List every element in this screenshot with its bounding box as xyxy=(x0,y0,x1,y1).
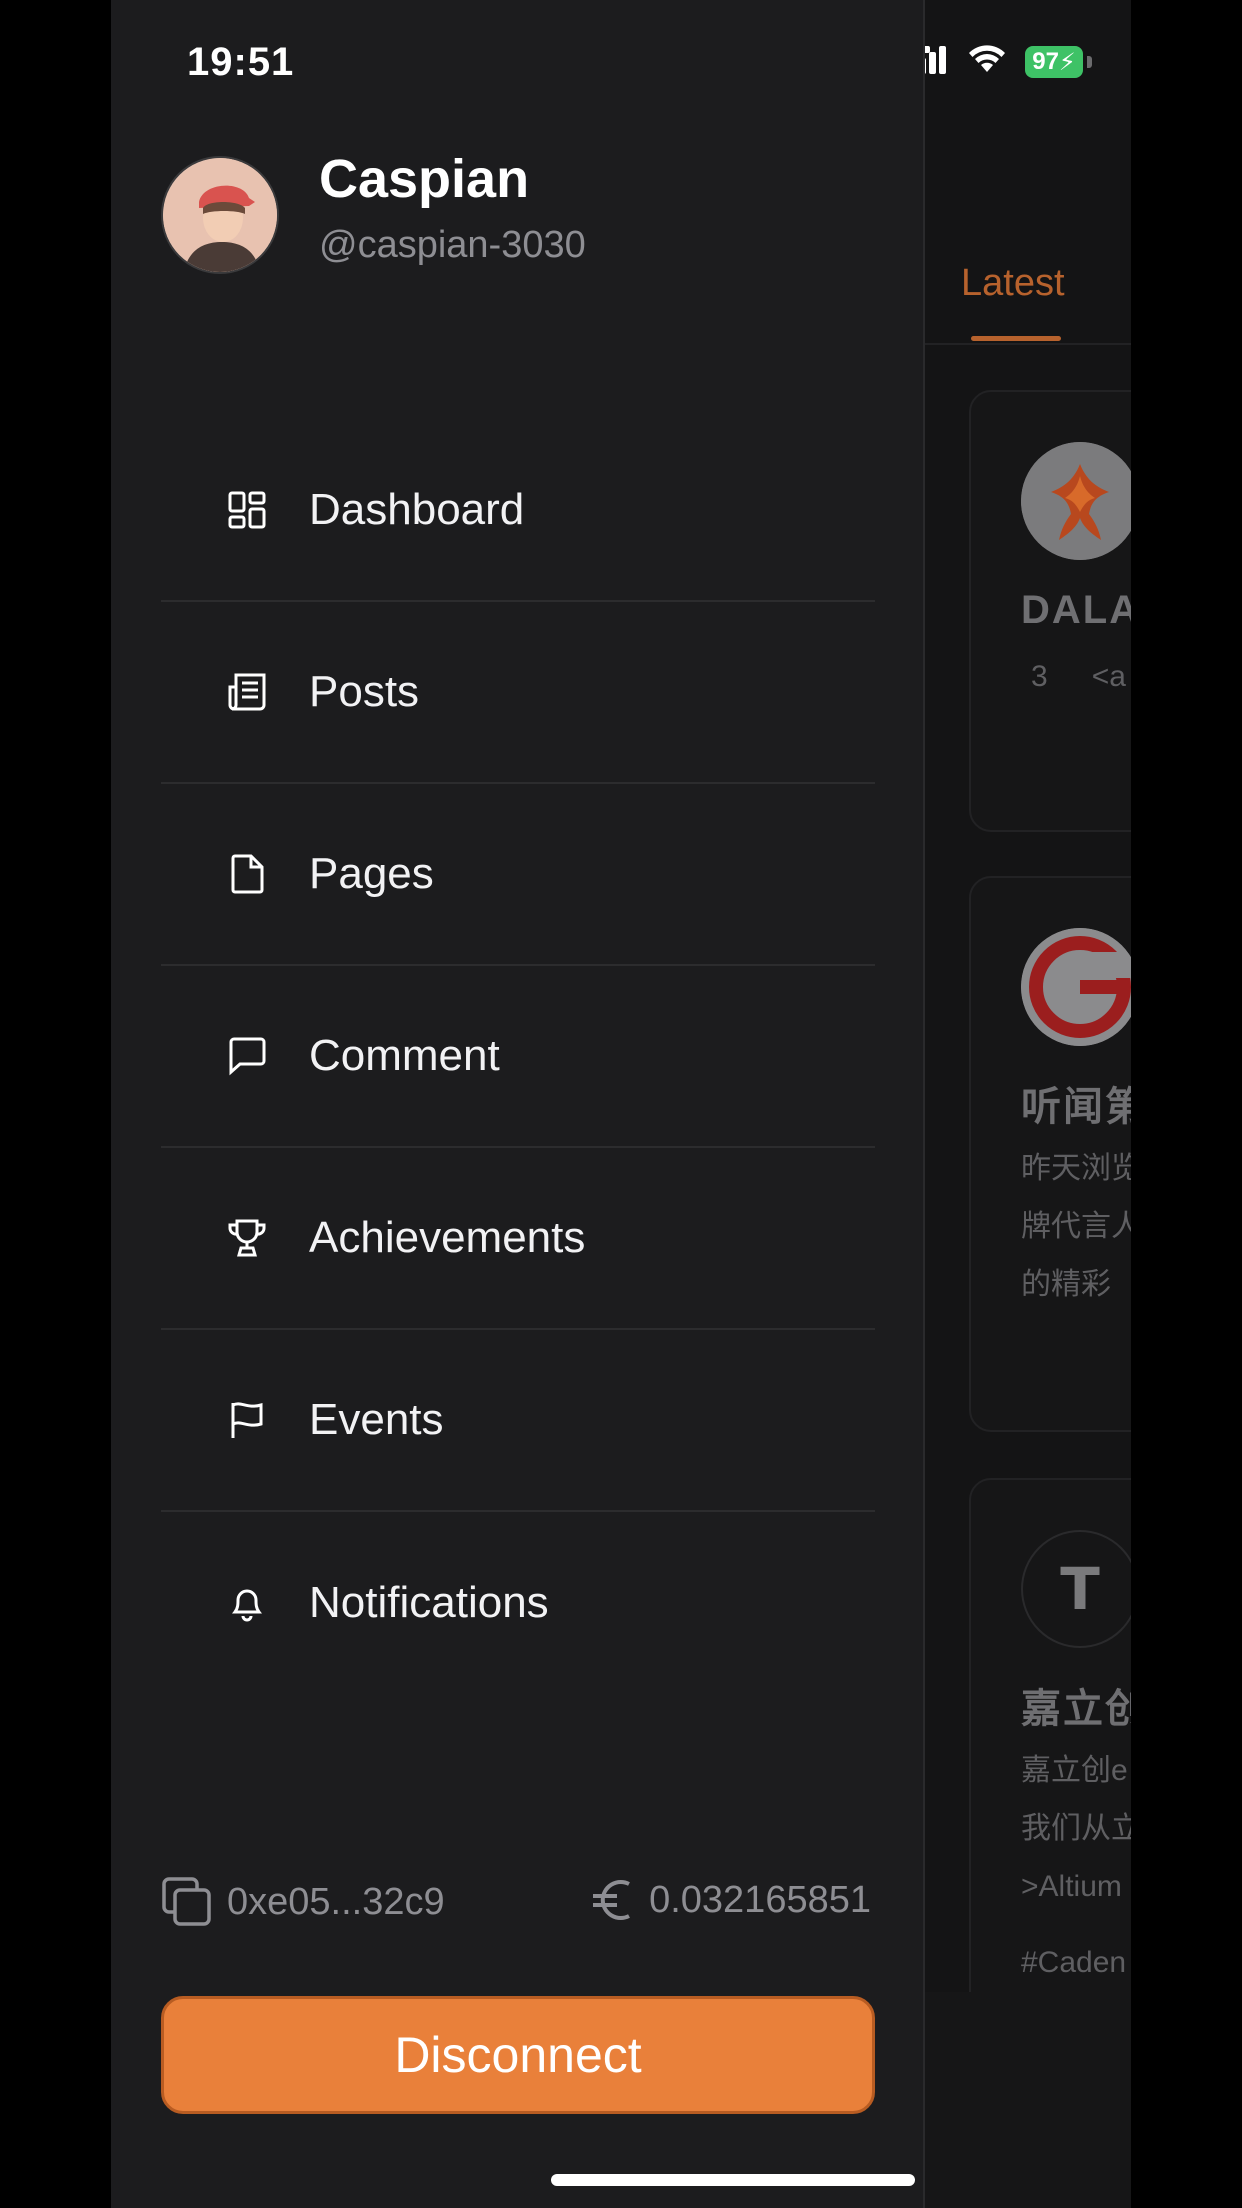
wallet-balance: 0.032165851 xyxy=(591,1876,871,1924)
comment-icon xyxy=(225,1034,269,1078)
menu-item-notifications[interactable]: Notifications xyxy=(161,1512,875,1694)
card-title: 听闻第 xyxy=(1021,1085,1131,1129)
feed-card[interactable]: DALA 3 <a xyxy=(969,390,1131,832)
profile-name: Caspian xyxy=(319,149,530,209)
file-icon xyxy=(225,852,269,896)
menu-item-achievements[interactable]: Achievements xyxy=(161,1148,875,1330)
background-bottom-bar xyxy=(925,1992,1131,2208)
home-indicator[interactable] xyxy=(551,2174,915,2186)
battery-nub xyxy=(1087,56,1092,68)
copy-icon xyxy=(162,1877,211,1926)
menu-item-comment[interactable]: Comment xyxy=(161,966,875,1148)
letter-avatar: T xyxy=(1021,1530,1131,1648)
feed-card[interactable]: 听闻第 昨天浏览 牌代言人 的精彩 xyxy=(969,876,1131,1432)
drawer-menu: Dashboard Posts Pages Comment Achievemen… xyxy=(161,420,875,1694)
flag-icon xyxy=(225,1398,269,1442)
feed-card[interactable]: T 嘉立创 嘉立创e 我们从立 >Altium #Caden xyxy=(969,1478,1131,2038)
menu-label: Notifications xyxy=(309,1578,549,1627)
wifi-icon xyxy=(969,45,1005,72)
menu-item-pages[interactable]: Pages xyxy=(161,784,875,966)
menu-item-dashboard[interactable]: Dashboard xyxy=(161,420,875,602)
menu-label: Achievements xyxy=(309,1213,586,1262)
menu-label: Posts xyxy=(309,667,420,716)
wallet-address-text: 0xe05...32c9 xyxy=(227,1880,445,1923)
card-title: 嘉立创 xyxy=(1021,1687,1131,1731)
dashboard-icon xyxy=(225,488,269,532)
trophy-icon xyxy=(225,1216,269,1260)
menu-label: Pages xyxy=(309,849,434,898)
menu-label: Comment xyxy=(309,1031,500,1080)
status-time: 19:51 xyxy=(187,40,295,84)
card-title: DALA xyxy=(1021,588,1131,632)
tab-latest[interactable]: Latest xyxy=(961,262,1065,305)
phone-screen: Latest DALA 3 <a 听闻第 昨天浏览 牌代言人 的精彩 T 嘉立创… xyxy=(111,0,1131,2208)
bell-icon xyxy=(225,1581,269,1625)
phoenix-avatar xyxy=(1021,442,1131,560)
card-line: 嘉立创e xyxy=(1021,1754,1128,1787)
card-line: >Altium xyxy=(1021,1870,1122,1903)
avatar[interactable] xyxy=(161,156,279,274)
newspaper-icon xyxy=(225,670,269,714)
wallet-address[interactable]: 0xe05...32c9 xyxy=(161,1876,445,1928)
menu-label: Dashboard xyxy=(309,485,525,534)
g-logo-avatar xyxy=(1021,928,1131,1046)
card-line: 我们从立 xyxy=(1021,1812,1131,1845)
side-drawer: 19:51 Caspian @caspian-3030 Dashboard Po… xyxy=(111,0,925,2208)
card-meta: 3 <a xyxy=(1031,660,1126,693)
disconnect-button[interactable]: Disconnect xyxy=(161,1996,875,2114)
battery-indicator: 97 ⚡ xyxy=(1025,46,1083,78)
menu-item-posts[interactable]: Posts xyxy=(161,602,875,784)
balance-value: 0.032165851 xyxy=(649,1878,871,1921)
tab-divider xyxy=(925,343,1131,345)
background-feed: Latest DALA 3 <a 听闻第 昨天浏览 牌代言人 的精彩 T 嘉立创… xyxy=(925,0,1131,2208)
menu-item-events[interactable]: Events xyxy=(161,1330,875,1512)
profile-handle: @caspian-3030 xyxy=(319,224,586,266)
card-line: 的精彩 xyxy=(1021,1268,1111,1301)
card-tag: #Caden xyxy=(1021,1946,1127,1979)
card-line: 牌代言人 xyxy=(1021,1210,1131,1243)
euro-icon xyxy=(593,1880,631,1920)
menu-label: Events xyxy=(309,1395,444,1444)
card-line: 昨天浏览 xyxy=(1021,1152,1131,1185)
tab-underline xyxy=(971,336,1061,341)
